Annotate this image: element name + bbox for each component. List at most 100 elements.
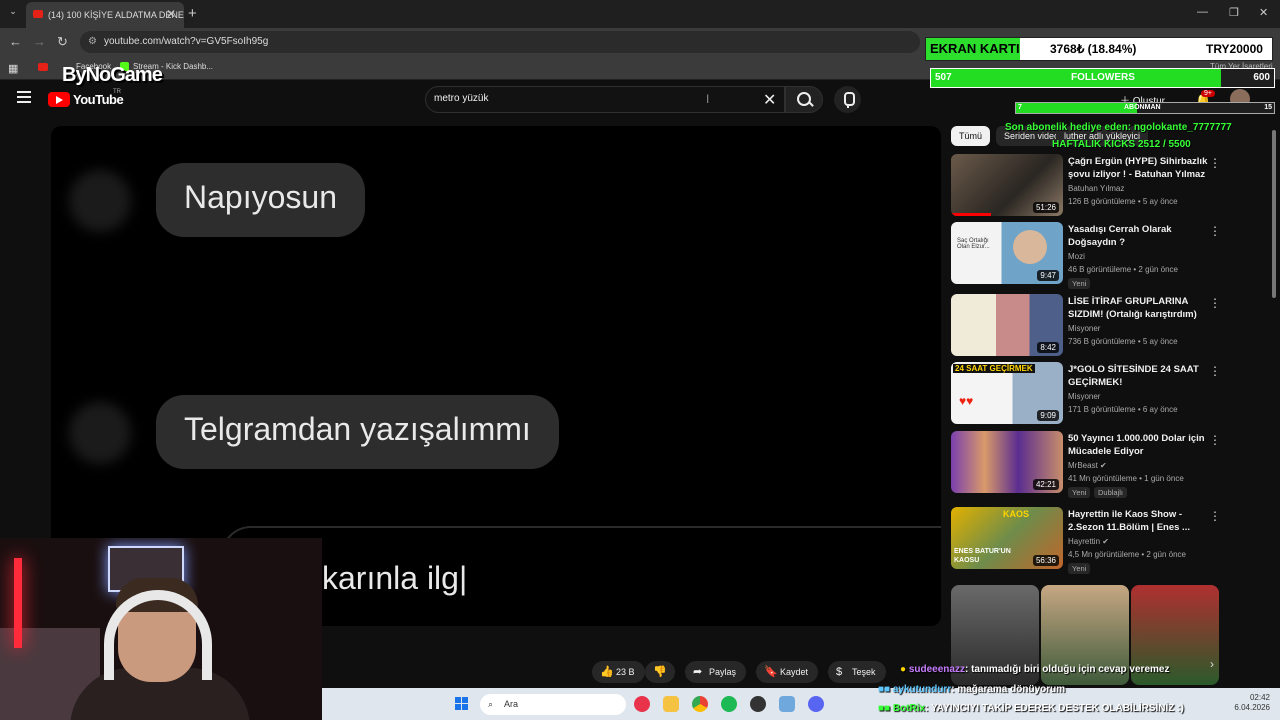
- video-title[interactable]: Yasadışı Cerrah Olarak Doğsaydın ?: [1068, 223, 1208, 249]
- spotify-icon[interactable]: [721, 696, 737, 712]
- video-thumbnail[interactable]: 42:21: [951, 431, 1063, 493]
- goal-label: EKRAN KARTI: [926, 38, 1020, 60]
- youtube-bookmark-icon[interactable]: [38, 63, 48, 71]
- youtube-logo-icon[interactable]: [48, 92, 70, 107]
- chat-badge-icon: ●: [900, 664, 907, 675]
- video-thumbnail[interactable]: 8:42: [951, 294, 1063, 356]
- list-item[interactable]: Saç Ortalığı Olan Elzur... 9:47 Yasadışı…: [951, 222, 1276, 289]
- chat-badge-icon: ■■: [878, 684, 891, 695]
- sidebar-scrollbar[interactable]: [1272, 130, 1276, 298]
- more-options-icon[interactable]: ⋮: [1209, 224, 1221, 238]
- notification-count-badge: 9+: [1201, 90, 1215, 97]
- channel-name[interactable]: MrBeast ✔: [1068, 461, 1107, 470]
- chat-text: : YAYINCIYI TAKİP EDEREK DESTEK OLABİLİR…: [925, 703, 1184, 714]
- text-cursor-icon: I: [706, 92, 710, 106]
- duration-badge: 56:36: [1032, 555, 1059, 566]
- url-text: youtube.com/watch?v=GV5FsoIh95g: [104, 36, 269, 47]
- followers-target: 600: [1253, 72, 1270, 83]
- file-explorer-icon[interactable]: [663, 696, 679, 712]
- list-item[interactable]: 42:21 50 Yayıncı 1.000.000 Dolar için Mü…: [951, 431, 1276, 498]
- channel-name[interactable]: Misyoner: [1068, 324, 1100, 333]
- channel-name[interactable]: Batuhan Yılmaz: [1068, 184, 1124, 193]
- search-input-value[interactable]: metro yüzük: [434, 93, 488, 104]
- more-options-icon[interactable]: ⋮: [1209, 433, 1221, 447]
- video-thumbnail[interactable]: Saç Ortalığı Olan Elzur... 9:47: [951, 222, 1063, 284]
- back-button[interactable]: ←: [9, 34, 22, 49]
- site-info-icon[interactable]: ⚙: [88, 31, 97, 53]
- like-button[interactable]: 👍 23 B: [592, 661, 645, 683]
- search-button[interactable]: [785, 86, 823, 113]
- video-title[interactable]: Çağrı Ergün (HYPE) Sihirbazlık şovu izli…: [1068, 155, 1208, 181]
- close-tab-icon[interactable]: ✕: [166, 7, 176, 21]
- close-window-button[interactable]: ✕: [1259, 6, 1268, 19]
- video-title[interactable]: Hayrettin ile Kaos Show - 2.Sezon 11.Böl…: [1068, 508, 1208, 534]
- discord-icon[interactable]: [808, 696, 824, 712]
- reload-button[interactable]: ↻: [57, 34, 68, 50]
- restore-window-button[interactable]: ❐: [1229, 6, 1239, 19]
- shorts-next-chevron-icon[interactable]: ›: [1210, 657, 1214, 671]
- list-item[interactable]: 8:42 LİSE İTİRAF GRUPLARINA SIZDIM! (Ort…: [951, 294, 1276, 358]
- save-button[interactable]: 🔖 Kaydet: [756, 661, 819, 683]
- clear-search-icon[interactable]: ✕: [763, 90, 776, 110]
- voice-search-mic-icon[interactable]: [834, 86, 861, 113]
- video-thumbnail[interactable]: 51:26: [951, 154, 1063, 216]
- more-options-icon[interactable]: ⋮: [1209, 364, 1221, 378]
- channel-name[interactable]: Misyoner: [1068, 392, 1100, 401]
- tab-search-chevron-icon[interactable]: ⌄: [6, 6, 20, 20]
- duration-badge: 51:26: [1032, 202, 1059, 213]
- more-options-icon[interactable]: ⋮: [1209, 156, 1221, 170]
- obs-icon[interactable]: [750, 696, 766, 712]
- share-icon: ➦: [693, 666, 703, 678]
- subscriber-progress-fill: [1016, 103, 1138, 113]
- duration-badge: 8:42: [1037, 342, 1059, 353]
- media-app-icon[interactable]: [634, 696, 650, 712]
- channel-name[interactable]: Mozi: [1068, 252, 1085, 261]
- video-meta: 736 B görüntüleme • 5 ay önce: [1068, 337, 1178, 346]
- new-badge: Yeni: [1068, 278, 1091, 289]
- bookmark-icon: 🔖: [764, 666, 778, 678]
- chat-username: sudeeenazz: [908, 664, 965, 675]
- taskbar-search[interactable]: ⌕ Ara: [480, 694, 626, 715]
- video-thumbnail[interactable]: 24 SAAT GEÇİRMEK ♥♥ 9:09: [951, 362, 1063, 424]
- app-icon[interactable]: [779, 696, 795, 712]
- subscriber-label: ABONMAN: [1124, 104, 1161, 111]
- last-gift-sub-text: Son abonelik hediye eden: ngolokante_777…: [1005, 122, 1232, 133]
- channel-name[interactable]: Hayrettin ✔: [1068, 537, 1109, 546]
- followers-goal-bar: 507 FOLLOWERS 600: [930, 68, 1275, 88]
- apps-grid-icon[interactable]: ▦: [8, 62, 18, 75]
- chat-message: ■■ BotRix: YAYINCIYI TAKİP EDEREK DESTEK…: [878, 703, 1184, 714]
- list-item[interactable]: KAOS ENES BATUR'UN KAOSU 56:36 Hayrettin…: [951, 507, 1276, 574]
- taskbar-clock[interactable]: 02:42 6.04.2026: [1220, 693, 1270, 713]
- followers-label: FOLLOWERS: [1071, 72, 1135, 83]
- dubbed-badge: Dublajlı: [1094, 487, 1128, 498]
- url-field[interactable]: ⚙ youtube.com/watch?v=GV5FsoIh95g: [80, 31, 920, 53]
- chip-all[interactable]: Tümü: [951, 126, 991, 146]
- duration-badge: 9:09: [1037, 410, 1059, 421]
- minimize-window-button[interactable]: —: [1197, 6, 1208, 18]
- dislike-button[interactable]: 👎: [645, 661, 675, 683]
- thanks-icon: $: [836, 666, 843, 678]
- new-tab-button[interactable]: +: [188, 5, 197, 22]
- video-title[interactable]: J*GOLO SİTESİNDE 24 SAAT GEÇİRMEK!: [1068, 363, 1208, 389]
- new-badge: Yeni: [1068, 487, 1091, 498]
- video-title[interactable]: 50 Yayıncı 1.000.000 Dolar için Mücadele…: [1068, 432, 1208, 458]
- share-button[interactable]: ➦ Paylaş: [685, 661, 747, 683]
- forward-button[interactable]: →: [33, 34, 46, 49]
- verified-icon: ✔: [1100, 461, 1107, 470]
- more-options-icon[interactable]: ⋮: [1209, 296, 1221, 310]
- thanks-button[interactable]: $ Teşek: [828, 661, 886, 683]
- chat-username: aykutundurr: [892, 684, 952, 695]
- chat-bubble: Telgramdan yazışalımmı: [156, 395, 559, 469]
- list-item[interactable]: 24 SAAT GEÇİRMEK ♥♥ 9:09 J*GOLO SİTESİND…: [951, 362, 1276, 426]
- hamburger-menu-icon[interactable]: [17, 91, 31, 106]
- thumbnail-text: KAOS: [1003, 509, 1030, 519]
- video-thumbnail[interactable]: KAOS ENES BATUR'UN KAOSU 56:36: [951, 507, 1063, 569]
- list-item[interactable]: 51:26 Çağrı Ergün (HYPE) Sihirbazlık şov…: [951, 154, 1276, 218]
- chat-text: : tanımadığı biri olduğu için cevap vere…: [964, 664, 1170, 675]
- windows-start-icon[interactable]: [455, 697, 469, 711]
- browser-tab-active[interactable]: (14) 100 KİŞİYE ALDATMA DENE ✕: [26, 2, 184, 28]
- video-title[interactable]: LİSE İTİRAF GRUPLARINA SIZDIM! (Ortalığı…: [1068, 295, 1208, 321]
- chrome-icon[interactable]: [692, 696, 708, 712]
- goal-value: 3768₺ (18.84%): [1050, 42, 1137, 56]
- more-options-icon[interactable]: ⋮: [1209, 509, 1221, 523]
